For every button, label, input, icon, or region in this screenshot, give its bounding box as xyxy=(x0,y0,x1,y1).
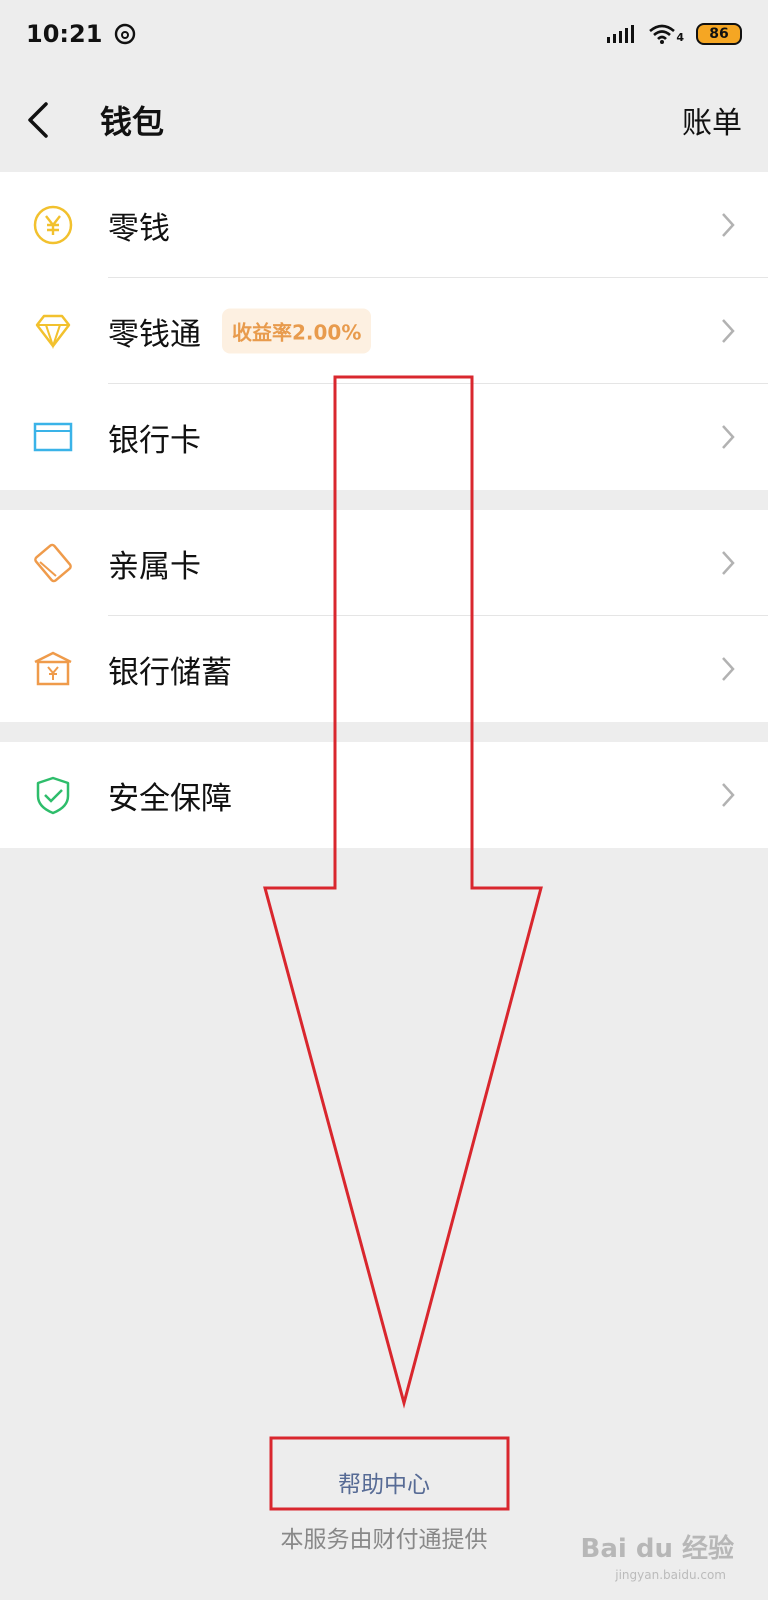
menu-group-2: 亲属卡 银行储蓄 xyxy=(0,510,768,722)
menu-item-label: 零钱 xyxy=(108,210,170,247)
diamond-icon xyxy=(35,314,71,350)
menu-item-change[interactable]: 零钱 xyxy=(0,172,768,278)
page-header: 钱包 账单 xyxy=(0,72,768,168)
wifi-group: 4 xyxy=(648,24,684,44)
menu-item-label: 零钱通 xyxy=(108,316,201,353)
back-button[interactable] xyxy=(26,98,70,142)
menu-item-family-card[interactable]: 亲属卡 xyxy=(0,510,768,616)
back-arrow-icon xyxy=(28,102,48,138)
menu-group-1: 零钱 零钱通 收益率2.00% 银行卡 xyxy=(0,172,768,490)
signal-icon xyxy=(607,25,635,43)
chevron-right-icon xyxy=(722,657,735,681)
menu-item-label: 银行储蓄 xyxy=(108,654,232,691)
music-app-icon xyxy=(115,23,136,45)
page-title: 钱包 xyxy=(100,103,165,141)
menu-group-3: 安全保障 xyxy=(0,742,768,848)
chevron-right-icon xyxy=(722,551,735,575)
chevron-right-icon xyxy=(722,783,735,807)
bank-savings-icon xyxy=(34,651,72,686)
battery-indicator: 86 xyxy=(696,23,742,45)
status-left: 10:21 xyxy=(26,20,136,48)
chevron-right-icon xyxy=(722,213,735,237)
menu-item-label: 银行卡 xyxy=(108,422,201,459)
wifi-icon xyxy=(649,24,676,44)
status-bar: 10:21 4 86 xyxy=(0,0,768,68)
status-time: 10:21 xyxy=(26,20,103,48)
chevron-right-icon xyxy=(722,425,735,449)
security-shield-icon xyxy=(36,776,70,815)
family-card-icon xyxy=(34,543,72,583)
baidu-watermark: Bai du 经验 xyxy=(580,1534,735,1564)
help-center-link[interactable]: 帮助中心 xyxy=(0,1465,768,1499)
baidu-watermark-url: jingyan.baidu.com xyxy=(615,1568,726,1582)
yield-rate-badge: 收益率2.00% xyxy=(222,308,372,354)
bank-card-icon xyxy=(33,422,73,452)
bill-button[interactable]: 账单 xyxy=(682,98,742,142)
chevron-right-icon xyxy=(722,319,735,343)
menu-item-bank-card[interactable]: 银行卡 xyxy=(0,384,768,490)
yuan-coin-icon xyxy=(33,205,73,245)
status-right: 4 86 xyxy=(606,23,742,45)
menu-item-security[interactable]: 安全保障 xyxy=(0,742,768,848)
menu-item-bank-savings[interactable]: 银行储蓄 xyxy=(0,616,768,722)
menu-item-lingqiantong[interactable]: 零钱通 收益率2.00% xyxy=(0,278,768,384)
menu-item-label: 安全保障 xyxy=(108,780,232,817)
menu-item-label: 亲属卡 xyxy=(108,548,201,585)
network-type-label: 4 xyxy=(676,31,684,44)
